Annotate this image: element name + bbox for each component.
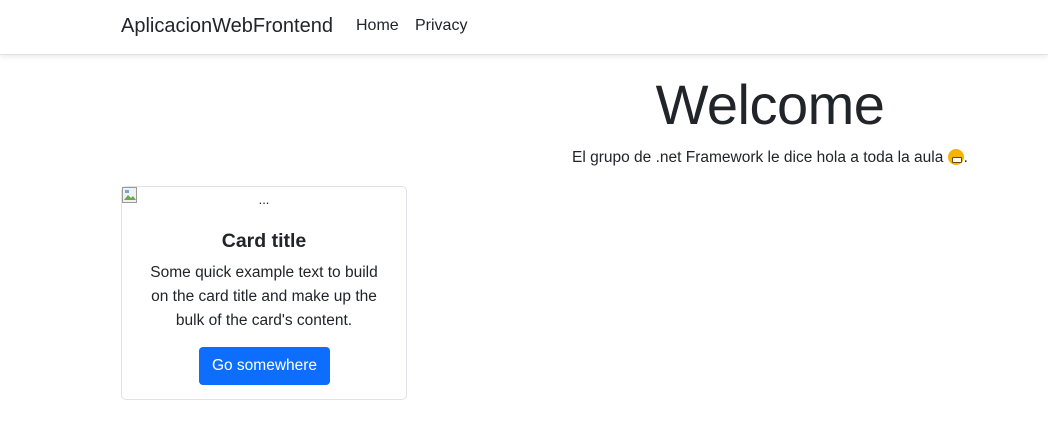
card-image: ...: [122, 187, 406, 211]
lead-suffix: .: [963, 149, 968, 166]
go-somewhere-button[interactable]: Go somewhere: [199, 347, 330, 385]
card-title: Card title: [221, 230, 307, 252]
card-text: Some quick example text to build on the …: [150, 264, 378, 329]
card: ... Card title Some quick example text t…: [121, 186, 407, 400]
brand-link[interactable]: AplicacionWebFrontend: [121, 15, 333, 38]
welcome-lead: El grupo de .net Framework le dice hola …: [540, 149, 1000, 167]
page-title: Welcome: [655, 73, 885, 136]
card-image-alt: ...: [258, 192, 270, 207]
nav-link-home[interactable]: Home: [356, 17, 399, 35]
lead-text: El grupo de .net Framework le dice hola …: [572, 149, 944, 166]
grimacing-face-icon: [947, 149, 964, 165]
nav-link-privacy[interactable]: Privacy: [415, 17, 467, 35]
navbar: AplicacionWebFrontend Home Privacy: [0, 0, 1048, 55]
